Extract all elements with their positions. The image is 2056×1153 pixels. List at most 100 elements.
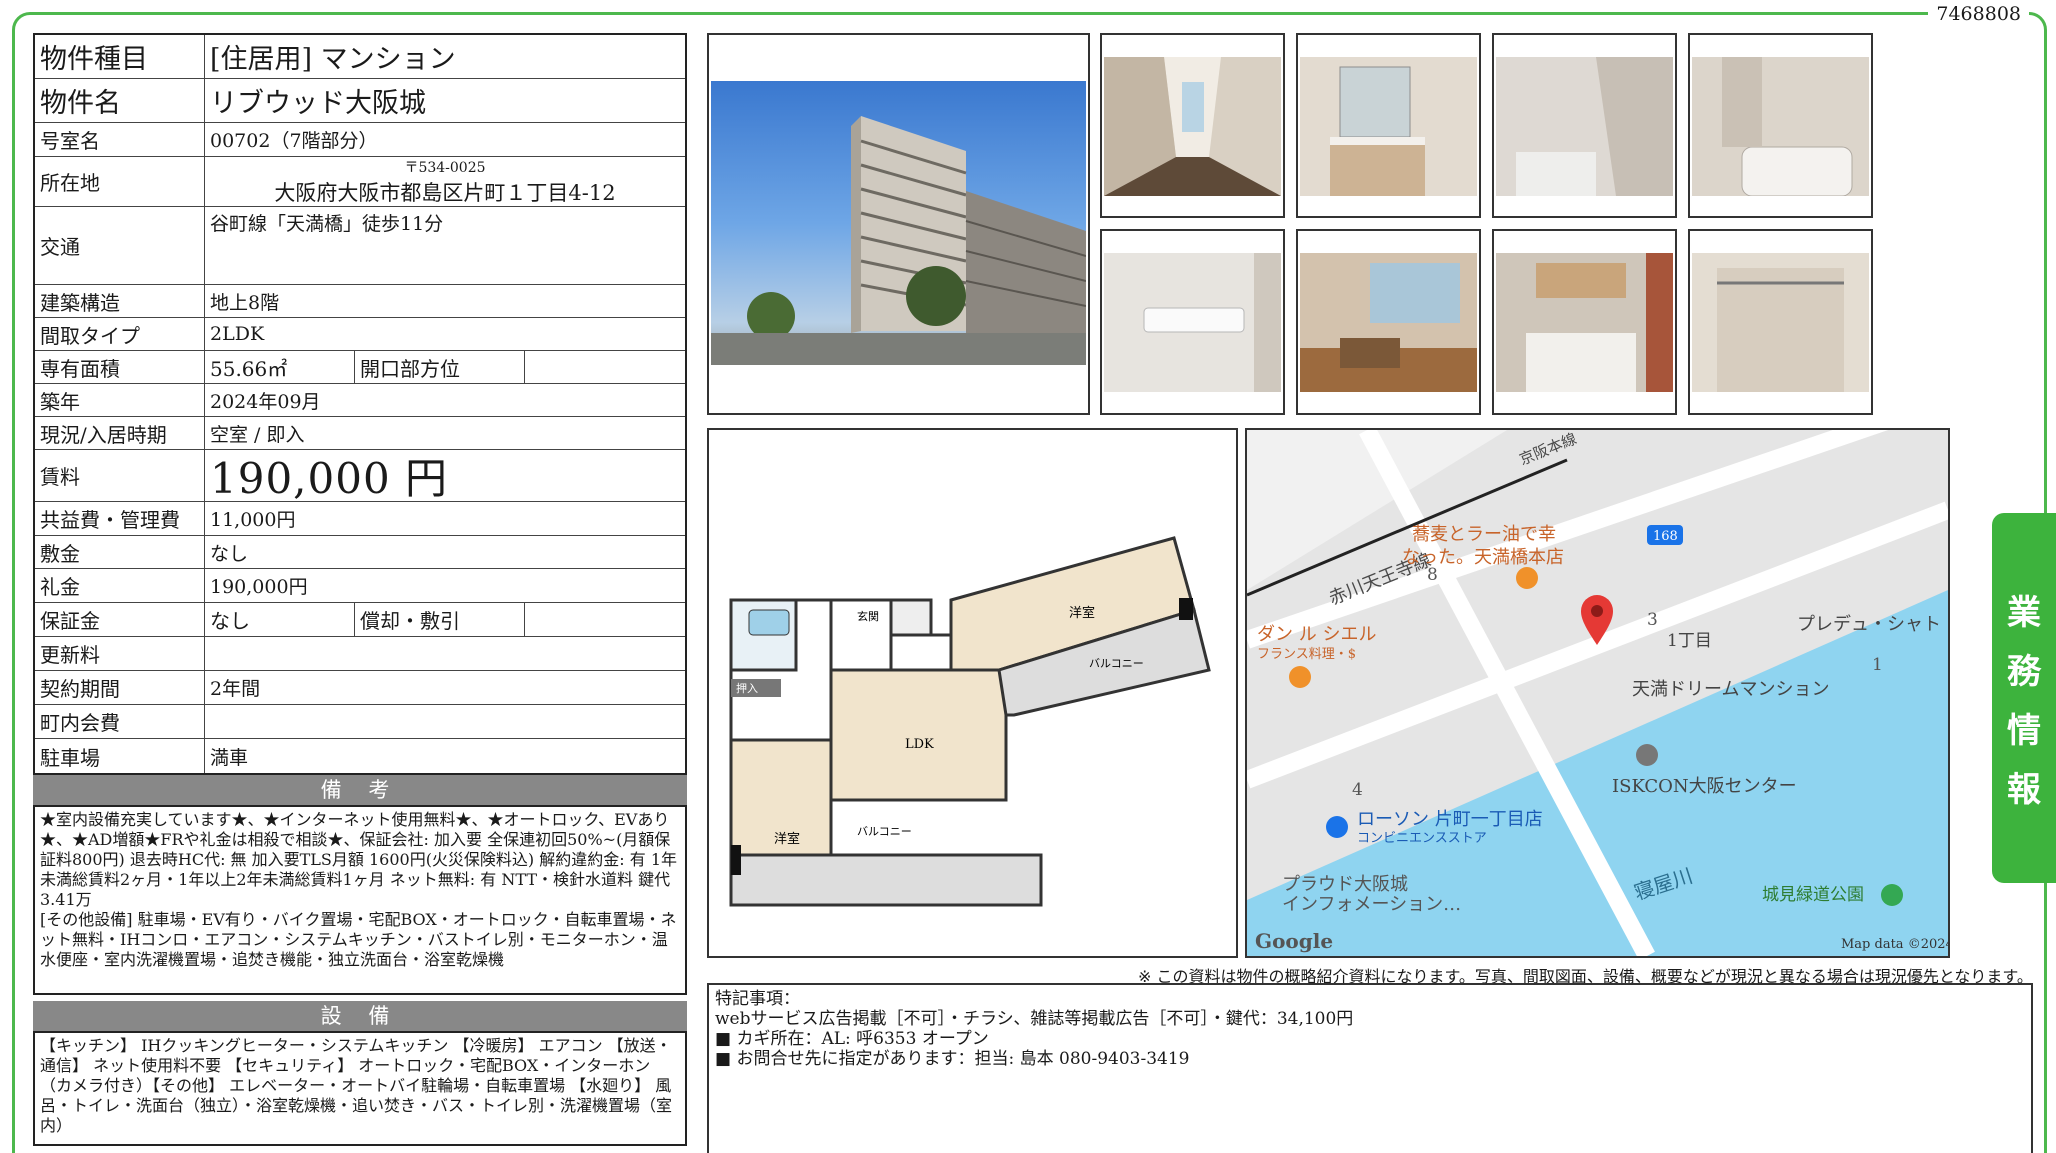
map-copyright: Map data ©2024 <box>1841 937 1948 952</box>
spec-label: 号室名 <box>35 123 205 156</box>
remarks-heading: 備 考 <box>33 775 687 805</box>
poi-label: フランス料理・$ <box>1257 647 1356 662</box>
aircon-image <box>1104 253 1281 392</box>
spec-label: 礼金 <box>35 569 205 602</box>
renewal-fee <box>205 637 685 670</box>
block-label: 1 <box>1872 655 1883 675</box>
spec-row-renewal: 更新料 <box>35 637 685 671</box>
interior-photo-aircon[interactable] <box>1100 229 1285 415</box>
spec-label: 敷金 <box>35 536 205 568</box>
spec-label: 専有面積 <box>35 351 205 383</box>
building-photo[interactable] <box>707 33 1090 415</box>
equipment-heading: 設 備 <box>33 1001 687 1031</box>
balcony-label: バルコニー <box>1089 657 1144 670</box>
entrance-label: 玄関 <box>857 609 879 623</box>
interior-photo-bathroom[interactable] <box>1688 33 1873 218</box>
room-label: 洋室 <box>774 831 800 847</box>
tab-char: 務 <box>2007 652 2041 692</box>
spec-row-address: 所在地 〒534-0025 大阪府大阪市都島区片町１丁目4-12 <box>35 157 685 207</box>
special-notes: 特記事項： webサービス広告掲載［不可］・チラシ、雑誌等掲載広告［不可］・鍵代… <box>707 983 2033 1153</box>
spec-row-term: 契約期間 2年間 <box>35 671 685 705</box>
spec-row-guarantee: 保証金 なし 償却・敷引 <box>35 603 685 637</box>
contract-term: 2年間 <box>210 678 261 700</box>
kitchen-image <box>1496 253 1673 392</box>
spec-label: 町内会費 <box>35 705 205 738</box>
block-label: 4 <box>1352 780 1363 800</box>
restaurant-icon <box>1289 666 1311 688</box>
room-number: 00702（7階部分） <box>210 130 378 152</box>
block-label: 8 <box>1427 565 1438 585</box>
bathroom-image <box>1692 57 1869 196</box>
property-spec-table: 物件種目 [住居用] マンション 物件名 リブウッド大阪城 号室名 00702（… <box>33 33 687 775</box>
special-note-line: ■ カギ所在：AL: 呼6353 オープン <box>715 1029 989 1049</box>
interior-photo-laundry[interactable] <box>1492 33 1677 218</box>
poi-label: プレデュ・シャト <box>1797 614 1941 635</box>
special-note-line: ■ お問合せ先に指定があります：担当: 島本 080-9403-3419 <box>715 1049 1190 1069</box>
poi-label: ローソン 片町一丁目店 <box>1357 809 1543 830</box>
closet-image <box>1692 253 1869 392</box>
interior-photo-living[interactable] <box>1296 229 1481 415</box>
spec-label: 建築構造 <box>35 285 205 317</box>
spec-label: 交通 <box>35 207 205 284</box>
document-id: 7468808 <box>1928 3 2029 25</box>
spec-row-name: 物件名 リブウッド大阪城 <box>35 79 685 123</box>
google-logo: Google <box>1255 929 1333 953</box>
spec-row-room: 号室名 00702（7階部分） <box>35 123 685 157</box>
poi-label: 天満ドリームマンション <box>1632 679 1829 700</box>
living-image <box>1300 253 1477 392</box>
floor-plan-drawing: 玄関 洋室 洋室 LDK バルコニー バルコニー 押入 <box>729 536 1211 907</box>
poi-label: 城見緑道公園 <box>1762 885 1864 905</box>
route-label: 168 <box>1653 529 1678 544</box>
postal-code: 〒534-0025 <box>404 159 486 176</box>
spec-label: 保証金 <box>35 603 205 636</box>
parking: 満車 <box>210 746 249 769</box>
interior-photo-closet[interactable] <box>1688 229 1873 415</box>
store-icon <box>1326 816 1348 838</box>
spec-label: 間取タイプ <box>35 318 205 350</box>
spec-label: 更新料 <box>35 637 205 670</box>
spec-label: 物件名 <box>35 79 205 122</box>
management-fee: 11,000円 <box>210 509 296 531</box>
built-year: 2024年09月 <box>210 390 321 413</box>
poi-label: ISKCON大阪センター <box>1612 776 1797 797</box>
balcony-label: バルコニー <box>857 825 912 838</box>
spec-row-built: 築年 2024年09月 <box>35 384 685 417</box>
interior-photo-corridor[interactable] <box>1100 33 1285 218</box>
spec-row-town: 町内会費 <box>35 705 685 739</box>
map-canvas: 赤川天王寺線 京阪本線 蕎麦とラー油で幸 なった。天満橋本店 ダン ル シエル … <box>1247 430 1948 956</box>
spec-label: 現況/入居時期 <box>35 417 205 449</box>
business-info-tab[interactable]: 業 務 情 報 <box>1992 513 2056 883</box>
spec-label: 物件種目 <box>35 35 205 78</box>
spec-label: 駐車場 <box>35 739 205 773</box>
room-label: 洋室 <box>1069 605 1095 621</box>
area-label: 1丁目 <box>1667 631 1712 651</box>
structure: 地上8階 <box>210 291 280 314</box>
guarantee-money: なし <box>205 603 355 636</box>
amortization <box>525 603 685 636</box>
corridor-image <box>1104 57 1281 196</box>
access: 谷町線「天満橋」徒歩11分 <box>210 213 444 235</box>
special-note-line: webサービス広告掲載［不可］・チラシ、雑誌等掲載広告［不可］・鍵代：34,10… <box>715 1009 1354 1029</box>
spec-row-area: 専有面積 55.66㎡ 開口部方位 <box>35 351 685 384</box>
building-image <box>711 81 1086 365</box>
interior-photo-kitchen[interactable] <box>1492 229 1677 415</box>
poi-label: インフォメーション… <box>1282 894 1461 915</box>
interior-photo-washbasin[interactable] <box>1296 33 1481 218</box>
spec-label: 共益費・管理費 <box>35 502 205 535</box>
floor-plan[interactable]: 玄関 洋室 洋室 LDK バルコニー バルコニー 押入 <box>707 428 1238 958</box>
spec-row-parking: 駐車場 満車 <box>35 739 685 773</box>
spec-label: 開口部方位 <box>355 351 525 383</box>
address: 大阪府大阪市都島区片町１丁目4-12 <box>274 180 616 205</box>
location-map[interactable]: 赤川天王寺線 京阪本線 蕎麦とラー油で幸 なった。天満橋本店 ダン ル シエル … <box>1245 428 1950 958</box>
rent: 190,000 円 <box>210 454 449 503</box>
property-type: [住居用] マンション <box>210 44 456 75</box>
floor-area: 55.66㎡ <box>205 351 355 383</box>
laundry-image <box>1496 57 1673 196</box>
spec-row-rent: 賃料 190,000 円 <box>35 450 685 503</box>
poi-label: プラウド大阪城 <box>1282 874 1408 895</box>
town-fee <box>205 705 685 738</box>
special-notes-heading: 特記事項： <box>715 989 800 1009</box>
spec-row-layout: 間取タイプ 2LDK <box>35 318 685 351</box>
spec-row-traffic: 交通 谷町線「天満橋」徒歩11分 <box>35 207 685 285</box>
opening-direction <box>525 351 685 383</box>
